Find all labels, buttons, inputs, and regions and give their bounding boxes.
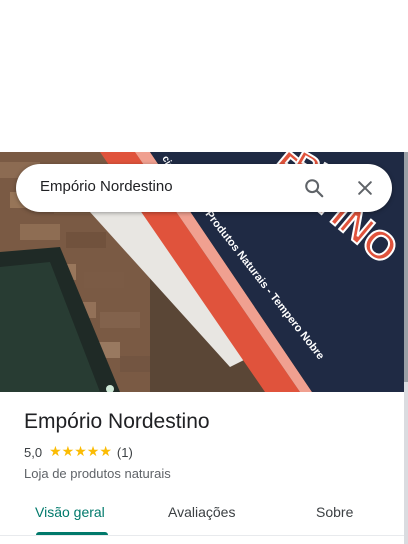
tabs-divider [0,535,404,536]
scrollbar-thumb[interactable] [404,152,408,382]
map-blank-area [0,0,408,152]
tab-reviews[interactable]: Avaliações [168,504,235,520]
star-icon: ★ [49,444,62,460]
review-count[interactable]: (1) [117,445,133,460]
rating-value: 5,0 [24,444,43,460]
close-icon[interactable] [353,176,377,200]
tab-overview[interactable]: Visão geral [35,504,105,520]
star-icon: ★ [99,444,112,460]
star-icon: ★ [86,444,100,460]
rating-row[interactable]: 5,0 ★ ★ ★ ★ ★ (1) [24,443,394,461]
star-icon: ★ [61,444,75,460]
place-tabs: Visão geral Avaliações Sobre [0,496,404,544]
place-category[interactable]: Loja de produtos naturais [24,466,394,481]
search-input[interactable]: Empório Nordestino [40,178,173,195]
search-bar[interactable]: Empório Nordestino [16,164,392,212]
rating-stars: ★ ★ ★ ★ ★ [49,445,112,459]
place-title: Empório Nordestino [24,410,210,433]
star-icon: ★ [74,444,87,460]
place-info: Empório Nordestino 5,0 ★ ★ ★ ★ ★ (1) Loj… [24,408,394,481]
tab-about[interactable]: Sobre [316,504,353,520]
search-icon[interactable] [302,176,326,200]
